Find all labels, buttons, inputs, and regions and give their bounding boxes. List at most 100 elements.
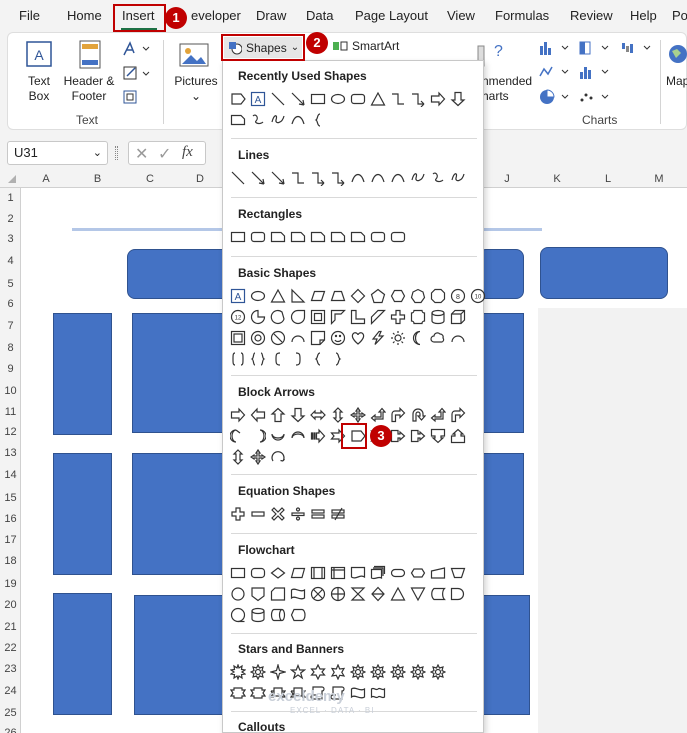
shape-starN-icon[interactable] [369, 663, 387, 681]
shape-banner-icon[interactable] [229, 684, 247, 702]
column-header[interactable]: K [532, 170, 582, 188]
pictures-icon[interactable] [178, 42, 210, 70]
shape-starBurst-icon[interactable] [229, 663, 247, 681]
row-header[interactable]: 23 [0, 659, 21, 679]
shape-penta-icon[interactable] [369, 287, 387, 305]
shape-bentarrow-icon[interactable] [389, 406, 407, 424]
shape-rarrow-icon[interactable] [229, 406, 247, 424]
row-header[interactable]: 22 [0, 638, 21, 658]
shape-fManOp-icon[interactable] [449, 564, 467, 582]
shape-dec-icon[interactable]: 8 [449, 287, 467, 305]
shape-star5-icon[interactable] [289, 663, 307, 681]
select-all-corner[interactable] [8, 175, 16, 183]
shape-starN-icon[interactable] [349, 663, 367, 681]
shape-fInt-icon[interactable] [329, 564, 347, 582]
shape-para-icon[interactable] [309, 287, 327, 305]
row-header[interactable]: 13 [0, 443, 21, 463]
shape-frame-icon[interactable] [309, 308, 327, 326]
shape-snip-icon[interactable] [309, 228, 327, 246]
shape-rtri-icon[interactable] [289, 287, 307, 305]
shape-curvedU-icon[interactable] [269, 427, 287, 445]
shape-smiley-icon[interactable] [329, 329, 347, 347]
shape-oval-icon[interactable] [329, 90, 347, 108]
shape-fData-icon[interactable] [289, 564, 307, 582]
shape-fOr-icon[interactable] [329, 585, 347, 603]
shape-fExtr-icon[interactable] [389, 585, 407, 603]
shape-star6-icon[interactable] [309, 663, 327, 681]
rectangle-shape[interactable] [132, 453, 227, 575]
row-header[interactable]: 14 [0, 465, 21, 485]
row-header[interactable]: 3 [0, 229, 21, 249]
shape-elbow-icon[interactable] [289, 169, 307, 187]
tab-review[interactable]: Review [570, 8, 613, 23]
shape-fold-icon[interactable] [309, 329, 327, 347]
shape-fProc-icon[interactable] [229, 564, 247, 582]
shape-wave-icon[interactable] [349, 684, 367, 702]
shape-bracepair-icon[interactable] [249, 350, 267, 368]
shape-arc-icon[interactable] [449, 329, 467, 347]
shape-rect-icon[interactable] [229, 228, 247, 246]
shape-fDisp-icon[interactable] [289, 606, 307, 624]
shape-hepta-icon[interactable] [409, 287, 427, 305]
shape-curvedL-icon[interactable] [249, 427, 267, 445]
shape-octa-icon[interactable] [429, 287, 447, 305]
shape-fDoc-icon[interactable] [349, 564, 367, 582]
shape-diagstripe-icon[interactable] [369, 308, 387, 326]
rectangle-shape[interactable] [478, 313, 524, 433]
shape-arc-icon[interactable] [289, 329, 307, 347]
shape-lbrace-icon[interactable] [309, 350, 327, 368]
column-header[interactable]: M [634, 170, 684, 188]
shape-fColl-icon[interactable] [349, 585, 367, 603]
shape-fTerm-icon[interactable] [389, 564, 407, 582]
shape-fConn-icon[interactable] [229, 585, 247, 603]
shape-star4-icon[interactable] [269, 663, 287, 681]
shape-can-icon[interactable] [429, 308, 447, 326]
shape-plaque-icon[interactable] [409, 308, 427, 326]
shape-curve-icon[interactable] [349, 169, 367, 187]
shape-elbowarrow-icon[interactable] [409, 90, 427, 108]
shape-fTape-icon[interactable] [289, 585, 307, 603]
row-header[interactable]: 15 [0, 488, 21, 508]
rectangle-shape[interactable] [53, 453, 112, 575]
shape-donut-icon[interactable] [249, 329, 267, 347]
shape-fMag-icon[interactable] [249, 606, 267, 624]
shape-fPrep-icon[interactable] [409, 564, 427, 582]
column-header[interactable]: A [21, 170, 71, 188]
tab-home[interactable]: Home [67, 8, 102, 23]
shape-rrect-icon[interactable] [389, 228, 407, 246]
pie-chart-icon[interactable] [538, 88, 574, 106]
row-header[interactable]: 21 [0, 617, 21, 637]
shape-fSeq-icon[interactable] [229, 606, 247, 624]
shape-tri-icon[interactable] [369, 90, 387, 108]
shape-cloud-icon[interactable] [429, 329, 447, 347]
shape-oval-icon[interactable] [249, 287, 267, 305]
tab-developer[interactable]: eveloper [191, 8, 241, 23]
tab-view[interactable]: View [447, 8, 475, 23]
wordart-icon[interactable] [121, 40, 151, 58]
shape-quad-icon[interactable] [349, 406, 367, 424]
shape-curvedR-icon[interactable] [229, 427, 247, 445]
shape-snip-icon[interactable] [349, 228, 367, 246]
shape-callU-icon[interactable] [449, 427, 467, 445]
shape-uarrow-icon[interactable] [269, 406, 287, 424]
signature-line-icon[interactable] [121, 64, 151, 82]
shape-halfframe-icon[interactable] [329, 308, 347, 326]
row-header[interactable]: 5 [0, 274, 21, 294]
rounded-rectangle-shape[interactable] [540, 247, 668, 299]
maps-icon[interactable] [666, 42, 687, 68]
shape-bevel-icon[interactable] [229, 329, 247, 347]
maps-button[interactable]: Map [666, 74, 687, 89]
line-chart-icon[interactable] [538, 64, 574, 80]
shape-tear-icon[interactable] [289, 308, 307, 326]
tab-draw[interactable]: Draw [256, 8, 286, 23]
shape-cube-icon[interactable] [449, 308, 467, 326]
shape-rbrace-icon[interactable] [329, 350, 347, 368]
shape-rarrow-icon[interactable] [429, 90, 447, 108]
shape-chord-icon[interactable] [269, 308, 287, 326]
row-header[interactable]: 16 [0, 509, 21, 529]
shape-pent-icon[interactable] [229, 90, 247, 108]
name-box[interactable]: U31 ⌄ [7, 141, 108, 165]
row-header[interactable]: 4 [0, 251, 21, 271]
shape-fSum-icon[interactable] [309, 585, 327, 603]
shape-callD-icon[interactable] [429, 427, 447, 445]
